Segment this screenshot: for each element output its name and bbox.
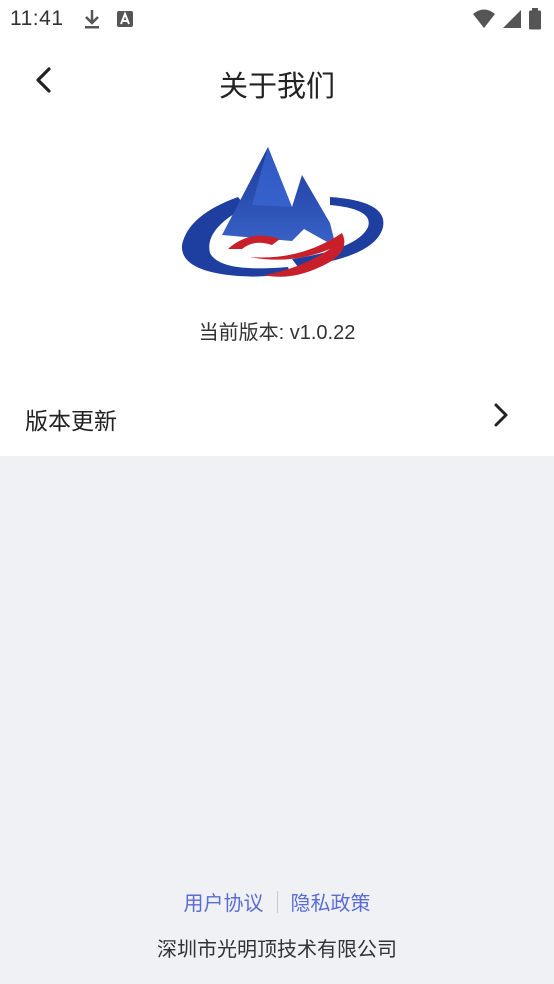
about-panel: 11:41 关于我们 当前版本: v1.0.22 版本更新 [0,0,554,456]
signal-icon [502,9,522,34]
battery-icon [528,8,542,35]
privacy-policy-link[interactable]: 隐私政策 [291,887,371,916]
user-agreement-link[interactable]: 用户协议 [184,887,264,916]
wifi-icon [472,9,496,34]
version-text: 当前版本: v1.0.22 [198,322,356,344]
version-update-row[interactable]: 版本更新 [0,382,554,448]
download-icon [82,8,102,35]
status-bar: 11:41 [0,0,554,38]
status-time: 11:41 [10,7,64,30]
chevron-right-icon [492,402,510,433]
version-update-label: 版本更新 [25,408,117,434]
company-name: 深圳市光明顶技术有限公司 [157,939,397,961]
footer-divider [276,890,278,913]
mountain-logo [180,145,388,285]
footer-links: 用户协议 隐私政策 [0,887,554,916]
header: 关于我们 [0,50,554,114]
page-title: 关于我们 [218,71,335,103]
text-a-icon [116,10,134,33]
